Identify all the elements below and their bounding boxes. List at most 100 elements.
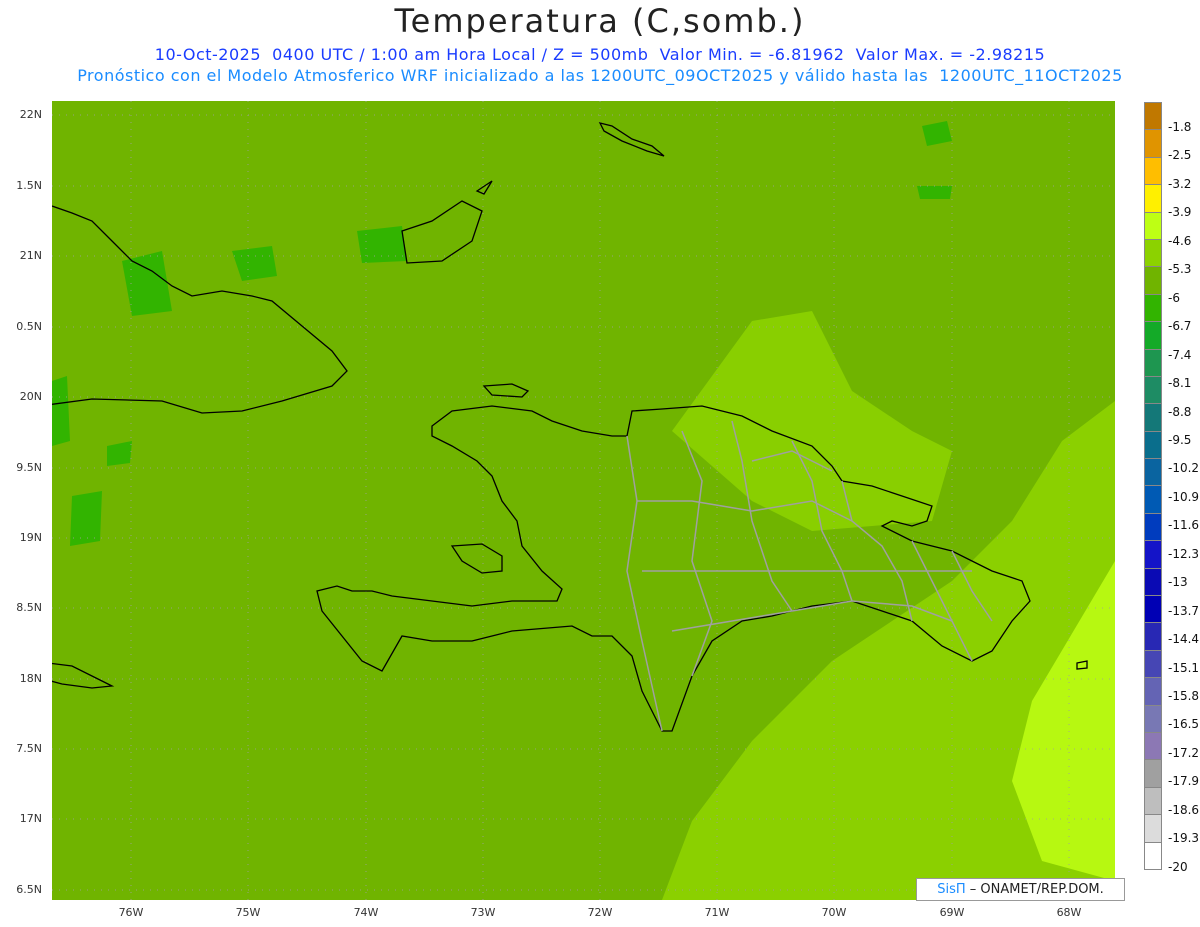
- credit-box: SisΠ – ONAMET/REP.DOM.: [916, 878, 1125, 901]
- y-tick-label: 7.5N: [16, 742, 42, 755]
- gonave-coast: [450, 543, 503, 574]
- colorbar-label: -10.2: [1168, 461, 1200, 476]
- colorbar-swatch: [1144, 568, 1162, 597]
- cool-spot-5: [917, 186, 952, 199]
- colorbar-label: -10.9: [1168, 489, 1200, 504]
- colorbar-label: -6: [1168, 290, 1180, 305]
- map-canvas: [52, 101, 1115, 900]
- y-tick-label: 20N: [19, 390, 42, 403]
- cool-spot-7: [70, 491, 102, 546]
- colorbar-swatch: [1144, 815, 1162, 843]
- colorbar-label: -3.2: [1168, 176, 1192, 191]
- colorbar-swatch: [1144, 102, 1162, 131]
- colorbar-swatch: [1144, 459, 1162, 487]
- x-tick-label: 74W: [353, 906, 379, 919]
- colorbar-swatch: [1144, 157, 1162, 186]
- y-tick-label: 6.5N: [16, 883, 42, 896]
- colorbar-label: -6.7: [1168, 319, 1192, 334]
- colorbar-label: -14.4: [1168, 632, 1200, 647]
- map-title: Temperatura (C,somb.): [394, 2, 806, 40]
- y-tick-label: 21N: [19, 249, 42, 262]
- caicos-islands: [598, 122, 665, 157]
- y-tick-label: 9.5N: [16, 461, 42, 474]
- jamaica-coast: [52, 662, 115, 689]
- x-tick-label: 69W: [939, 906, 965, 919]
- colorbar-swatch: [1144, 294, 1162, 323]
- credit-text: – ONAMET/REP.DOM.: [969, 882, 1104, 897]
- colorbar-swatch: [1144, 130, 1162, 158]
- x-tick-label: 72W: [587, 906, 613, 919]
- colorbar-label: -17.9: [1168, 774, 1200, 789]
- colorbar-label: -9.5: [1168, 432, 1192, 447]
- colorbar-swatch: [1144, 212, 1162, 240]
- cool-spot-1: [122, 251, 172, 316]
- colorbar-label: -16.5: [1168, 717, 1200, 732]
- colorbar-label: -17.2: [1168, 745, 1200, 760]
- colorbar-swatch: [1144, 486, 1162, 514]
- great-inagua: [401, 200, 483, 264]
- colorbar-swatch: [1144, 431, 1162, 460]
- cuba-coast: [52, 205, 348, 414]
- colorbar-label: -15.8: [1168, 689, 1200, 703]
- credit-brand: SisΠ: [937, 882, 966, 897]
- colorbar-swatch: [1144, 678, 1162, 706]
- colorbar-swatch: [1144, 376, 1162, 405]
- colorbar-label: -7.4: [1168, 347, 1192, 362]
- tortuga-coast: [482, 383, 530, 398]
- colorbar-swatch: [1144, 596, 1162, 624]
- colorbar-swatch: [1144, 760, 1162, 788]
- colorbar-label: -18.6: [1168, 802, 1200, 817]
- y-tick-label: 1.5N: [16, 179, 42, 192]
- x-tick-label: 68W: [1056, 906, 1082, 919]
- colorbar-label: -3.9: [1168, 205, 1192, 220]
- colorbar-label: -8.1: [1168, 376, 1192, 391]
- colorbar-swatch: [1144, 541, 1162, 569]
- colorbar-label: -11.6: [1168, 518, 1200, 533]
- model-info-line: Pronóstico con el Modelo Atmosferico WRF…: [77, 66, 1123, 85]
- x-tick-label: 76W: [118, 906, 144, 919]
- colorbar: [1144, 102, 1162, 870]
- colorbar-label: -4.6: [1168, 233, 1192, 248]
- colorbar-swatch: [1144, 267, 1162, 295]
- y-tick-label: 22N: [19, 108, 42, 121]
- colorbar-swatch: [1144, 239, 1162, 268]
- colorbar-label: -2.5: [1168, 148, 1192, 163]
- colorbar-swatch: [1144, 185, 1162, 213]
- colorbar-label: -20: [1168, 859, 1188, 874]
- colorbar-label: -12.3: [1168, 546, 1200, 561]
- colorbar-label: -1.8: [1168, 120, 1192, 134]
- y-tick-label: 19N: [19, 531, 42, 544]
- x-tick-label: 73W: [470, 906, 496, 919]
- colorbar-swatch: [1144, 513, 1162, 542]
- temperature-map[interactable]: [52, 101, 1115, 900]
- cool-spot-8: [107, 441, 132, 466]
- x-tick-label: 71W: [704, 906, 730, 919]
- colorbar-label: -15.1: [1168, 660, 1200, 675]
- colorbar-label: -13.7: [1168, 603, 1200, 618]
- forecast-info-line: 10-Oct-2025 0400 UTC / 1:00 am Hora Loca…: [154, 45, 1046, 64]
- colorbar-swatch: [1144, 404, 1162, 432]
- x-tick-label: 70W: [821, 906, 847, 919]
- colorbar-swatch: [1144, 842, 1162, 870]
- cool-spot-6: [52, 376, 70, 446]
- colorbar-swatch: [1144, 705, 1162, 733]
- colorbar-swatch: [1144, 322, 1162, 350]
- y-tick-label: 0.5N: [16, 320, 42, 333]
- colorbar-swatch: [1144, 623, 1162, 651]
- colorbar-label: -5.3: [1168, 262, 1192, 277]
- colorbar-swatch: [1144, 732, 1162, 761]
- cool-spot-3: [357, 226, 407, 263]
- x-tick-label: 75W: [235, 906, 261, 919]
- y-tick-label: 18N: [19, 672, 42, 685]
- colorbar-label: -8.8: [1168, 404, 1192, 419]
- colorbar-label: -19.3: [1168, 831, 1200, 846]
- acklins: [475, 180, 493, 195]
- colorbar-swatch: [1144, 787, 1162, 816]
- colorbar-label: -13: [1168, 575, 1188, 590]
- y-tick-label: 17N: [19, 812, 42, 825]
- cool-spot-4: [922, 121, 952, 146]
- colorbar-swatch: [1144, 650, 1162, 679]
- y-tick-label: 8.5N: [16, 601, 42, 614]
- colorbar-swatch: [1144, 349, 1162, 377]
- cool-spot-2: [232, 246, 277, 281]
